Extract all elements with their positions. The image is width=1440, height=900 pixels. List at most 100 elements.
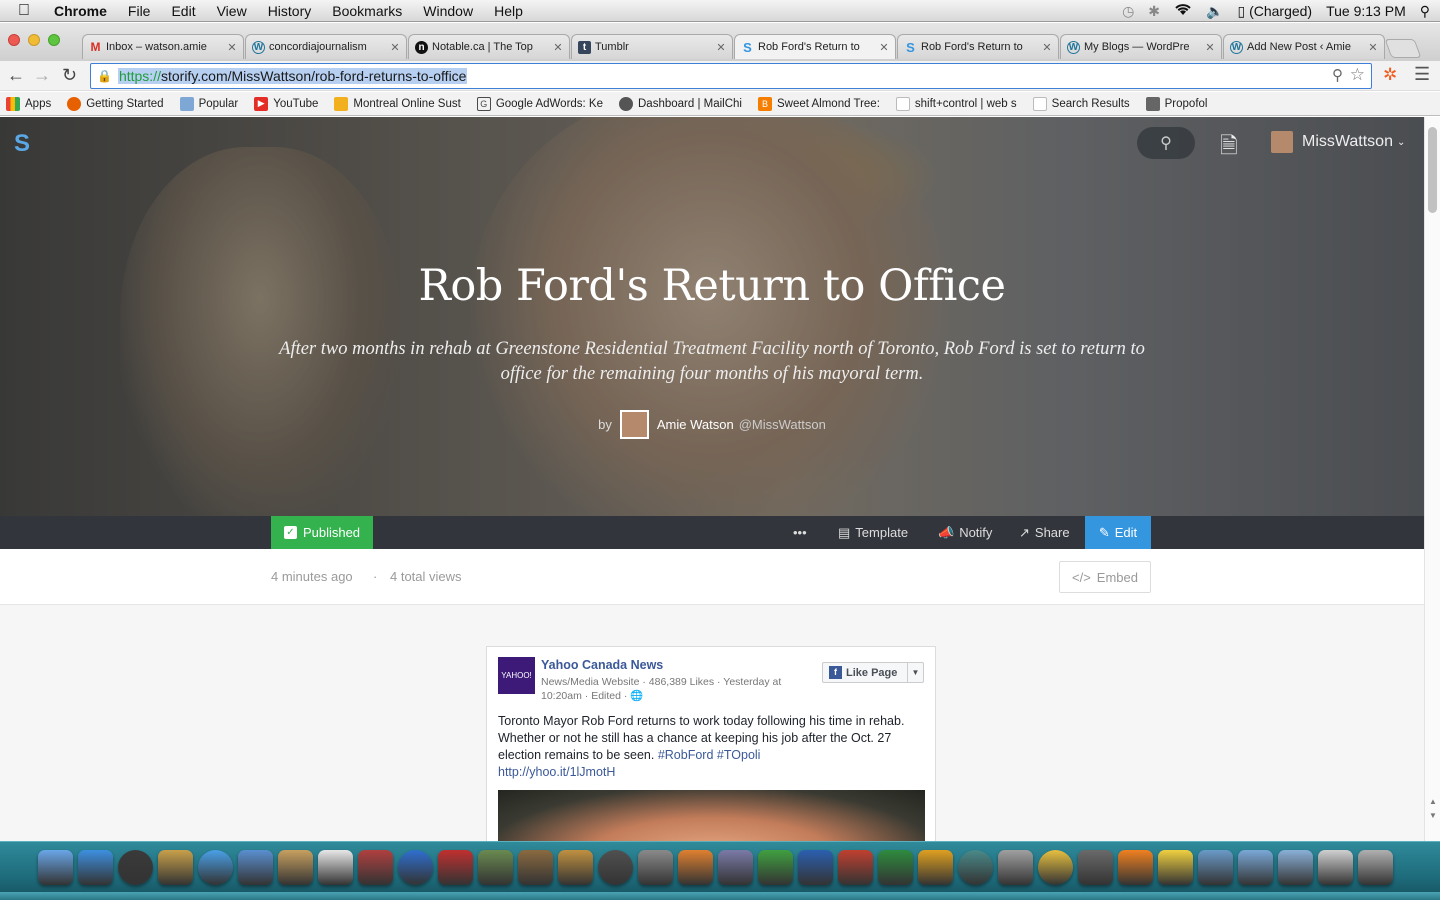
edit-button[interactable]: ✎ Edit [1085, 516, 1151, 549]
chrome-icon[interactable] [1038, 850, 1073, 885]
garageband-icon[interactable] [558, 850, 593, 885]
bookmark-montreal-online[interactable]: Montreal Online Sust [334, 96, 461, 111]
new-story-icon[interactable]: 🗎 [1220, 129, 1238, 167]
powerpoint-icon[interactable] [838, 850, 873, 885]
trash-icon[interactable] [1358, 850, 1393, 885]
volume-icon[interactable]: 🔈 [1206, 3, 1223, 20]
bookmark-youtube[interactable]: ▶ YouTube [254, 96, 318, 111]
system-preferences-icon[interactable] [638, 850, 673, 885]
tab-my-blogs[interactable]: W My Blogs — WordPre ✕ [1060, 34, 1222, 59]
fb-page-name[interactable]: Yahoo Canada News [541, 658, 663, 672]
mail-eagle-icon[interactable] [158, 850, 193, 885]
close-tab-icon[interactable]: ✕ [1203, 41, 1217, 54]
network-icon[interactable] [958, 850, 993, 885]
fb-post-link[interactable]: http://yhoo.it/1lJmotH [498, 765, 615, 779]
vlc-icon[interactable] [1118, 850, 1153, 885]
menu-file[interactable]: File [128, 3, 151, 19]
bookmark-search-results[interactable]: Search Results [1032, 96, 1130, 111]
bookmark-sweet-almond[interactable]: B Sweet Almond Tree: [757, 96, 880, 111]
close-tab-icon[interactable]: ✕ [877, 41, 891, 54]
numbers-icon[interactable] [758, 850, 793, 885]
bookmark-google-adwords[interactable]: G Google AdWords: Ke [476, 96, 603, 111]
excel-icon[interactable] [878, 850, 913, 885]
close-tab-icon[interactable]: ✕ [388, 41, 402, 54]
wifi-icon[interactable] [1174, 3, 1192, 19]
downloads-icon[interactable] [1278, 850, 1313, 885]
close-window-button[interactable] [8, 34, 20, 46]
documents-folder-icon[interactable] [1238, 850, 1273, 885]
script-editor-icon[interactable] [718, 850, 753, 885]
apple-menu-icon[interactable]:  [18, 2, 34, 20]
author-name[interactable]: Amie Watson [657, 417, 734, 432]
back-arrow-icon[interactable]: ← [7, 65, 25, 86]
lock-icon[interactable]: 🔒 [97, 69, 112, 83]
menu-clock[interactable]: Tue 9:13 PM [1326, 3, 1406, 19]
author-handle[interactable]: @MissWattson [739, 417, 826, 432]
new-tab-button[interactable] [1384, 39, 1422, 58]
app-store-icon[interactable] [78, 850, 113, 885]
extension-flame-icon[interactable]: ✲ [1383, 65, 1397, 85]
close-tab-icon[interactable]: ✕ [1366, 41, 1380, 54]
reload-icon[interactable]: ↻ [62, 65, 77, 86]
like-page-button[interactable]: f Like Page ▼ [822, 662, 924, 683]
published-status-button[interactable]: ✓ Published [271, 516, 373, 549]
dashboard-icon[interactable] [118, 850, 153, 885]
zoom-window-button[interactable] [48, 34, 60, 46]
bookmark-propofol[interactable]: Propofol [1145, 96, 1207, 111]
chrome-menu-icon[interactable]: ☰ [1414, 64, 1430, 85]
keynote-icon[interactable] [678, 850, 713, 885]
fb-post-photo[interactable] [498, 790, 925, 841]
word-icon[interactable] [798, 850, 833, 885]
embed-button[interactable]: </> Embed [1059, 561, 1151, 593]
storify-logo-icon[interactable]: S [14, 130, 30, 158]
address-url[interactable]: https://storify.com/MissWattson/rob-ford… [117, 68, 468, 84]
battery-status[interactable]: ▯ (Charged) [1237, 3, 1312, 20]
menu-edit[interactable]: Edit [171, 3, 195, 19]
user-menu[interactable]: MissWattson ⌄ [1271, 131, 1405, 153]
more-options-button[interactable]: ••• [793, 516, 807, 549]
facetime-icon[interactable] [238, 850, 273, 885]
close-tab-icon[interactable]: ✕ [1040, 41, 1054, 54]
printer-icon[interactable] [998, 850, 1033, 885]
close-tab-icon[interactable]: ✕ [551, 41, 565, 54]
iphoto-icon[interactable] [478, 850, 513, 885]
tab-gmail-inbox[interactable]: M Inbox – watson.amie ✕ [82, 34, 244, 59]
menu-history[interactable]: History [268, 3, 312, 19]
photo-booth-icon[interactable] [358, 850, 393, 885]
notify-button[interactable]: 📣 Notify [938, 516, 992, 549]
tab-tumblr[interactable]: t Tumblr ✕ [571, 34, 733, 59]
time-machine-icon[interactable] [598, 850, 633, 885]
dropdown-arrow-icon[interactable]: ▼ [907, 663, 923, 682]
tab-concordiajournalism[interactable]: W concordiajournalism ✕ [245, 34, 407, 59]
author-avatar[interactable] [619, 410, 649, 439]
tab-notable[interactable]: n Notable.ca | The Top ✕ [408, 34, 570, 59]
outlook-icon[interactable] [918, 850, 953, 885]
hashtag-robford[interactable]: #RobFord [658, 748, 714, 762]
tab-storify[interactable]: S Rob Ford's Return to ✕ [897, 34, 1059, 59]
scroll-down-arrow-icon[interactable]: ▼ [1429, 811, 1437, 820]
yahoo-logo[interactable]: YAHOO! [498, 657, 535, 694]
scroll-up-arrow-icon[interactable]: ▲ [1429, 797, 1437, 806]
itunes-icon[interactable] [398, 850, 433, 885]
menu-view[interactable]: View [217, 3, 247, 19]
calendar-icon[interactable] [318, 850, 353, 885]
finder-icon[interactable] [38, 850, 73, 885]
bookmark-mailchimp[interactable]: Dashboard | MailChi [619, 96, 742, 111]
photo-icon[interactable] [438, 850, 473, 885]
bookmark-shift-control[interactable]: shift+control | web s [895, 96, 1017, 111]
menu-window[interactable]: Window [423, 3, 473, 19]
contacts-icon[interactable] [278, 850, 313, 885]
time-machine-status-icon[interactable]: ◷ [1122, 3, 1134, 20]
imovie-icon[interactable] [518, 850, 553, 885]
address-bar[interactable]: 🔒 https://storify.com/MissWattson/rob-fo… [90, 63, 1372, 89]
bookmark-popular[interactable]: Popular [179, 96, 238, 111]
menu-app-name[interactable]: Chrome [54, 3, 107, 19]
close-tab-icon[interactable]: ✕ [225, 41, 239, 54]
tab-storify-active[interactable]: S Rob Ford's Return to ✕ [734, 34, 896, 59]
spotlight-icon[interactable]: ⚲ [1420, 3, 1430, 20]
bookmark-apps[interactable]: Apps [6, 96, 51, 111]
applications-folder-icon[interactable] [1198, 850, 1233, 885]
bluetooth-icon[interactable]: ✱ [1148, 3, 1160, 20]
cyberduck-icon[interactable] [1158, 850, 1193, 885]
search-icon[interactable]: ⚲ [1332, 66, 1343, 84]
